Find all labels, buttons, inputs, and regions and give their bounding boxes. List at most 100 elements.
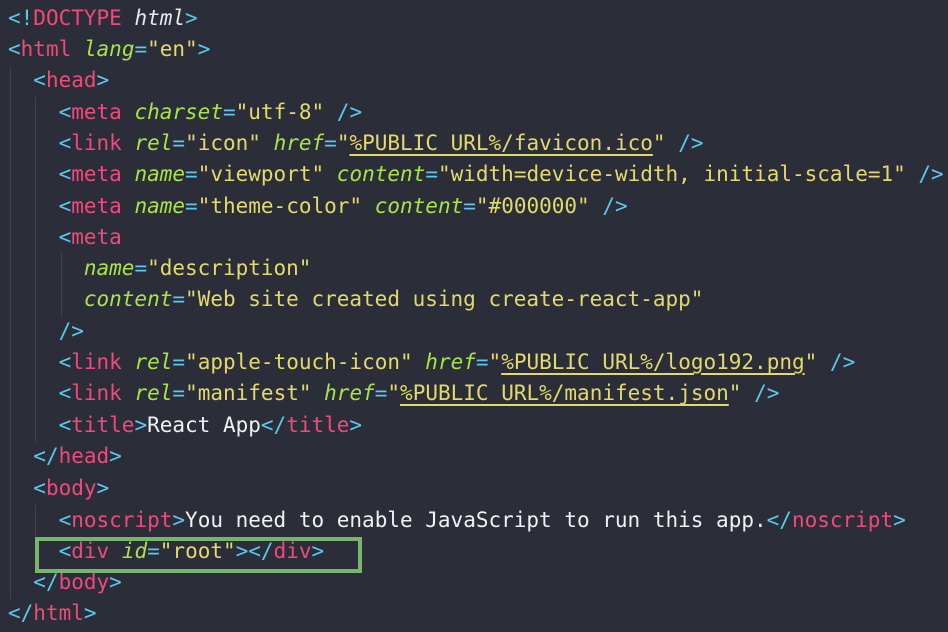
token: name (134, 194, 186, 218)
link-path[interactable]: %PUBLIC_URL%/manifest.json (400, 381, 729, 405)
code-line-8[interactable]: <meta (8, 222, 122, 253)
token: "#000000" (475, 194, 590, 218)
token: head (58, 444, 110, 468)
token: /> (58, 319, 84, 343)
token: head (45, 68, 97, 92)
code-line-1[interactable]: <!DOCTYPE html> (8, 3, 198, 34)
token: < (58, 381, 72, 405)
token: DOCTYPE (33, 6, 122, 30)
token: meta (71, 100, 122, 124)
code-line-6[interactable]: <meta name="viewport" content="width=dev… (8, 159, 944, 190)
code-line-14[interactable]: <title>React App</title> (8, 410, 363, 441)
code-line-13[interactable]: <link rel="manifest" href="%PUBLIC_URL%/… (8, 378, 780, 409)
token: link (71, 350, 122, 374)
token: = (172, 131, 186, 155)
token: " (804, 350, 818, 374)
token: name (83, 256, 135, 280)
code-line-12[interactable]: <link rel="apple-touch-icon" href="%PUBL… (8, 347, 856, 378)
token: "en" (147, 37, 198, 61)
token: href (324, 381, 375, 405)
token: = (222, 100, 236, 124)
token: "utf-8" (235, 100, 325, 124)
token: /> (665, 131, 704, 155)
code-line-20[interactable]: </html> (8, 598, 97, 629)
token: html (33, 601, 84, 625)
token: "description" (147, 256, 312, 280)
token: > (134, 413, 148, 437)
token: "viewport" (197, 162, 325, 186)
token: < (33, 68, 46, 92)
token: /> (741, 381, 780, 405)
token: href (425, 350, 476, 374)
token: > (185, 6, 198, 30)
token: < (58, 225, 72, 249)
token: < (58, 100, 72, 124)
code-line-16[interactable]: <body> (8, 473, 109, 504)
token: = (134, 256, 148, 280)
token: content (374, 194, 464, 218)
token: = (185, 194, 198, 218)
token: < (33, 476, 46, 500)
token: " (652, 131, 666, 155)
token: "width=device-width, initial-scale=1" (437, 162, 906, 186)
token: name (134, 162, 186, 186)
token: > (197, 37, 211, 61)
token: link (71, 131, 122, 155)
token: = (324, 131, 337, 155)
token: < (58, 194, 72, 218)
token: "icon" (185, 131, 261, 155)
token: = (172, 381, 186, 405)
token: lang (83, 37, 135, 61)
code-line-10[interactable]: content="Web site created using create-r… (8, 284, 704, 315)
token: </ (766, 508, 792, 532)
code-line-17[interactable]: <noscript>You need to enable JavaScript … (8, 505, 906, 536)
code-line-5[interactable]: <link rel="icon" href="%PUBLIC_URL%/favi… (8, 128, 704, 159)
token: body (45, 476, 97, 500)
token: = (425, 162, 438, 186)
token: meta (71, 162, 122, 186)
token: = (475, 350, 489, 374)
token: body (58, 570, 110, 594)
link-path[interactable]: %PUBLIC_URL%/logo192.png (501, 350, 804, 374)
token: html (134, 6, 186, 30)
token: " (488, 350, 502, 374)
token: /> (324, 100, 363, 124)
token: </ (33, 570, 59, 594)
code-editor[interactable]: <!DOCTYPE html> <html lang="en"> <head> … (0, 0, 948, 632)
token: = (172, 287, 186, 311)
token: /> (589, 194, 628, 218)
code-line-9[interactable]: name="description" (8, 253, 312, 284)
link-path[interactable]: %PUBLIC_URL%/favicon.ico (349, 131, 652, 155)
token: /> (905, 162, 944, 186)
token: < (8, 37, 21, 61)
token: /> (817, 350, 856, 374)
token: = (134, 37, 148, 61)
token: = (172, 350, 186, 374)
token: rel (134, 131, 173, 155)
token: rel (134, 350, 173, 374)
token: content (83, 287, 173, 311)
token: > (893, 508, 906, 532)
token: = (463, 194, 476, 218)
token: </ (8, 601, 34, 625)
code-line-2[interactable]: <html lang="en"> (8, 34, 210, 65)
token: = (185, 162, 198, 186)
token: < (58, 162, 72, 186)
token: < (58, 350, 72, 374)
token: noscript (791, 508, 894, 532)
code-line-7[interactable]: <meta name="theme-color" content="#00000… (8, 191, 628, 222)
code-line-11[interactable]: /> (8, 316, 84, 347)
code-line-15[interactable]: </head> (8, 441, 122, 472)
token: " (336, 131, 350, 155)
code-line-3[interactable]: <head> (8, 65, 109, 96)
code-line-4[interactable]: <meta charset="utf-8" /> (8, 97, 363, 128)
token: "Web site created using create-react-app… (185, 287, 704, 311)
token: "theme-color" (197, 194, 363, 218)
token: > (349, 413, 363, 437)
token: > (96, 476, 110, 500)
token: "apple-touch-icon" (185, 350, 413, 374)
token: "manifest" (185, 381, 312, 405)
token: html (20, 37, 72, 61)
token: < (58, 508, 72, 532)
token: < (58, 413, 72, 437)
